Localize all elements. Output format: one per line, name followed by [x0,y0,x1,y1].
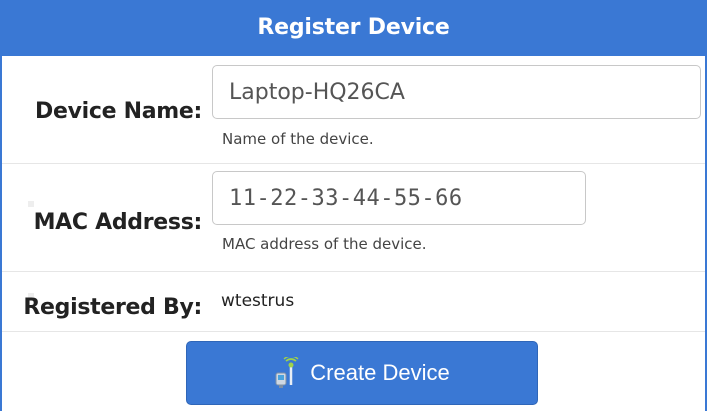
mac-address-label: MAC Address: [33,210,203,235]
panel-title: Register Device [2,0,705,56]
device-antenna-icon [274,355,302,389]
device-name-label: Device Name: [35,99,202,124]
registered-by-value: wtestrus [221,291,295,311]
register-device-panel: Register Device Device Name: Name of the… [0,0,707,411]
device-name-input[interactable] [212,65,701,119]
registered-by-label: Registered By: [23,295,202,320]
row-marker [28,201,34,207]
create-device-label: Create Device [310,360,450,385]
mac-address-row: MAC Address: MAC address of the device. [2,163,705,272]
mac-address-input[interactable] [212,171,586,225]
mac-address-hint: MAC address of the device. [222,235,427,253]
create-device-button[interactable]: Create Device [186,341,538,405]
device-name-hint: Name of the device. [222,130,374,148]
registered-by-row: Registered By: wtestrus [2,271,705,332]
device-name-row: Device Name: Name of the device. [2,56,705,164]
